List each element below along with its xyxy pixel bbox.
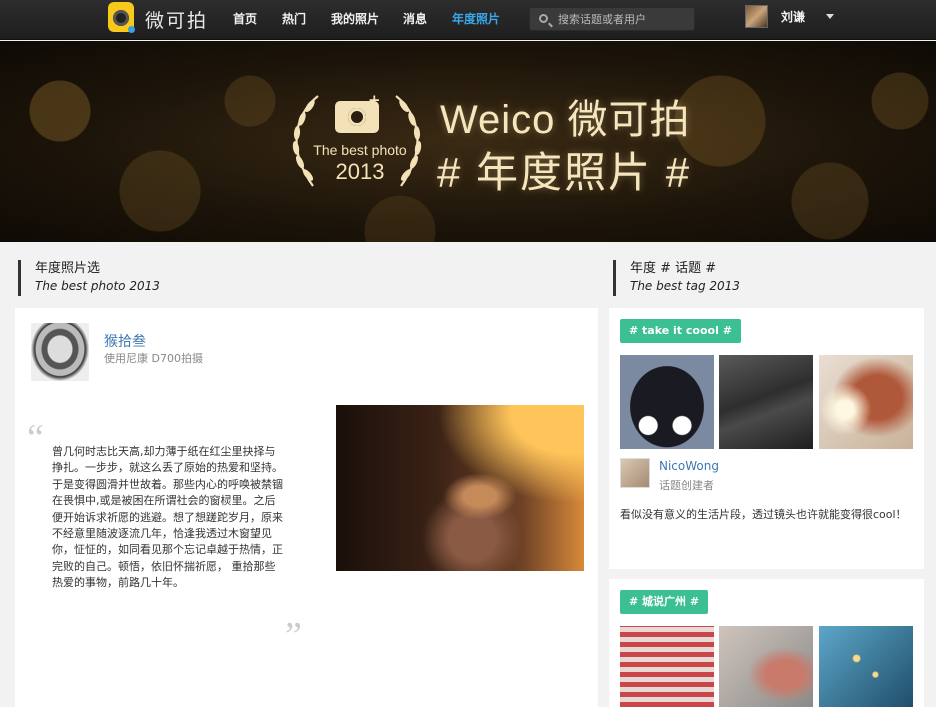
topic-description: 看似没有意义的生活片段，透过镜头也许就能变得很cool！: [620, 508, 907, 521]
section-header-photos: 年度照片选 The best photo 2013: [18, 260, 160, 296]
creator-name-link[interactable]: NicoWong: [659, 459, 719, 473]
topic-card: # 城说广州 #: [609, 579, 924, 707]
nav-item-home[interactable]: 首页: [233, 10, 257, 27]
annual-photo-banner: The best photo 2013 Weico 微可拍 # 年度照片 #: [0, 41, 936, 242]
topic-thumbnail[interactable]: [620, 626, 714, 707]
author-avatar[interactable]: [31, 323, 89, 381]
section-title: 年度照片选: [35, 261, 101, 276]
open-quote-icon: “: [27, 417, 44, 459]
section-header-tags: 年度 # 话题 # The best tag 2013: [613, 260, 740, 296]
topic-tag-button[interactable]: # take it coool #: [620, 319, 741, 343]
search-input[interactable]: [558, 10, 692, 28]
topic-card: # take it coool # NicoWong 话题创建者 看似没有意义的…: [609, 308, 924, 569]
user-avatar[interactable]: [745, 5, 768, 28]
search-icon[interactable]: [539, 14, 548, 23]
close-quote-icon: ”: [285, 615, 302, 657]
topic-thumbnail[interactable]: [819, 355, 913, 449]
banner-title: Weico 微可拍: [440, 98, 691, 142]
banner-best-photo-text: The best photo: [313, 142, 407, 158]
topic-thumbnail[interactable]: [719, 626, 813, 707]
nav-item-my-photos[interactable]: 我的照片: [331, 10, 379, 27]
author-name-link[interactable]: 猴拾叁: [104, 331, 146, 351]
banner-tag: # 年度照片 #: [437, 149, 692, 196]
top-navbar: 微可拍 首页 热门 我的照片 消息 年度照片 刘谦: [0, 0, 936, 40]
app-logo-text[interactable]: 微可拍: [145, 6, 208, 33]
post-quote-text: 曾几何时志比天高,却力薄于纸在红尘里抉择与挣扎。一步步，就这么丢了原始的热爱和坚…: [52, 445, 283, 590]
section-title: 年度 # 话题 #: [630, 261, 717, 276]
featured-photo[interactable]: [336, 405, 584, 571]
camera-logo-icon[interactable]: [108, 2, 135, 33]
topic-thumbnail[interactable]: [620, 355, 714, 449]
camera-plus-icon: [335, 91, 381, 133]
section-subtitle: The best photo 2013: [35, 279, 160, 293]
camera-device-text: 使用尼康 D700拍摄: [104, 352, 203, 365]
topic-thumbnail[interactable]: [719, 355, 813, 449]
creator-role-text: 话题创建者: [659, 479, 714, 492]
topic-tag-button[interactable]: # 城说广州 #: [620, 590, 709, 614]
nav-item-messages[interactable]: 消息: [403, 10, 427, 27]
chevron-down-icon[interactable]: [826, 14, 834, 19]
username-link[interactable]: 刘谦: [781, 8, 805, 25]
nav-item-hot[interactable]: 热门: [282, 10, 306, 27]
search-box: [529, 7, 695, 31]
nav-item-annual-photos[interactable]: 年度照片: [452, 10, 500, 27]
creator-avatar[interactable]: [620, 458, 650, 488]
topic-thumbnail[interactable]: [819, 626, 913, 707]
banner-year: 2013: [335, 159, 385, 184]
section-subtitle: The best tag 2013: [630, 279, 740, 293]
featured-photo-card: 猴拾叁 使用尼康 D700拍摄 “ 曾几何时志比天高,却力薄于纸在红尘里抉择与挣…: [15, 308, 598, 707]
